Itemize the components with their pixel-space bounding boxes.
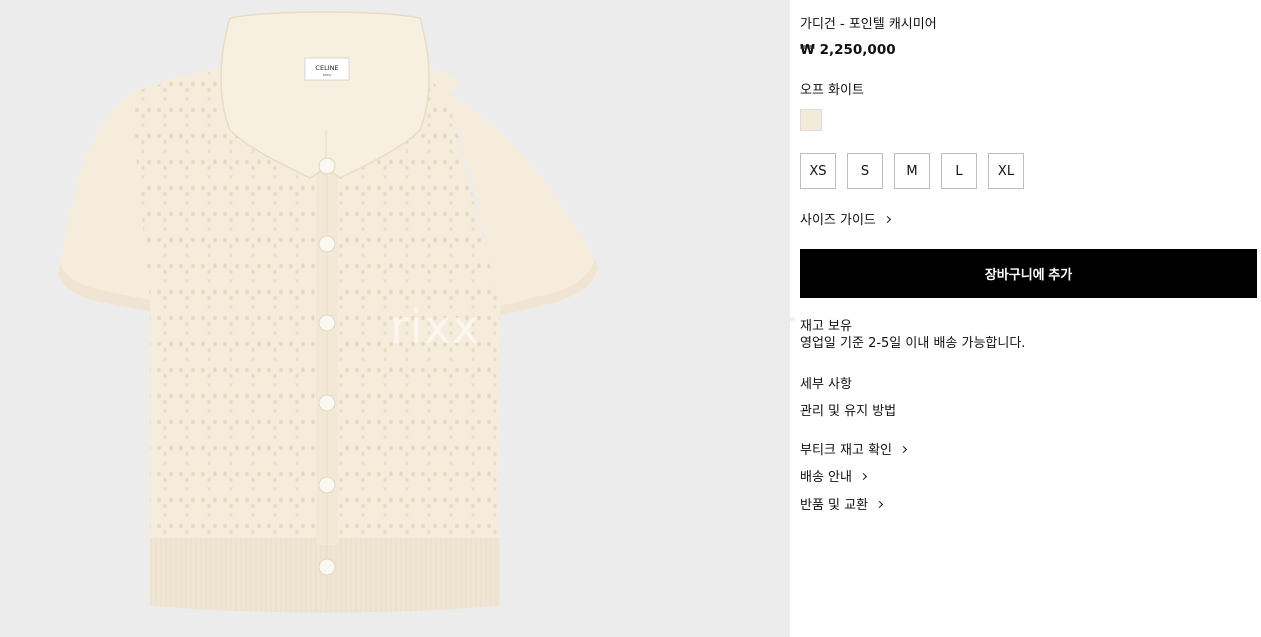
shipping-info-link[interactable]: 배송 안내 xyxy=(800,466,868,485)
size-guide-link[interactable]: 사이즈 가이드 xyxy=(800,209,891,228)
boutique-stock-link[interactable]: 부티크 재고 확인 xyxy=(800,439,908,458)
size-option-xl[interactable]: XL xyxy=(988,153,1024,189)
size-option-m[interactable]: M xyxy=(894,153,930,189)
size-option-s[interactable]: S xyxy=(847,153,883,189)
watermark-text: rixx xyxy=(390,300,481,354)
shipping-note: 영업일 기준 2-5일 이내 배송 가능합니다. xyxy=(800,336,1026,351)
stock-status: 재고 보유 xyxy=(800,319,852,334)
add-to-cart-button[interactable]: 장바구니에 추가 xyxy=(800,249,1257,298)
shipping-info-label: 배송 안내 xyxy=(800,470,852,485)
care-toggle[interactable]: 관리 및 유지 방법 xyxy=(800,400,896,419)
details-toggle[interactable]: 세부 사항 xyxy=(800,373,852,392)
product-price: ₩ 2,250,000 xyxy=(800,42,896,58)
stock-info: 재고 보유 영업일 기준 2-5일 이내 배송 가능합니다. xyxy=(800,318,1025,352)
chevron-right-icon xyxy=(876,500,884,508)
chevron-right-icon xyxy=(883,215,891,223)
size-selector: XS S M L XL xyxy=(800,153,1024,189)
size-guide-label: 사이즈 가이드 xyxy=(800,213,876,228)
chevron-right-icon xyxy=(899,445,908,453)
watermark-text-right: r xyxy=(776,300,796,354)
returns-link[interactable]: 반품 및 교환 xyxy=(800,494,884,513)
chevron-right-icon xyxy=(859,472,868,480)
size-option-xs[interactable]: XS xyxy=(800,153,836,189)
product-title: 가디건 - 포인텔 캐시미어 xyxy=(800,17,937,32)
returns-label: 반품 및 교환 xyxy=(800,498,869,513)
boutique-stock-label: 부티크 재고 확인 xyxy=(800,443,892,458)
color-swatch-off-white[interactable] xyxy=(800,109,822,131)
celine-label-subtext: PARIS xyxy=(323,73,332,77)
product-image-gallery[interactable]: CELINE PARIS rixx xyxy=(0,0,790,637)
color-name: 오프 화이트 xyxy=(800,83,864,98)
celine-label-text: CELINE xyxy=(315,64,338,72)
size-option-l[interactable]: L xyxy=(941,153,977,189)
